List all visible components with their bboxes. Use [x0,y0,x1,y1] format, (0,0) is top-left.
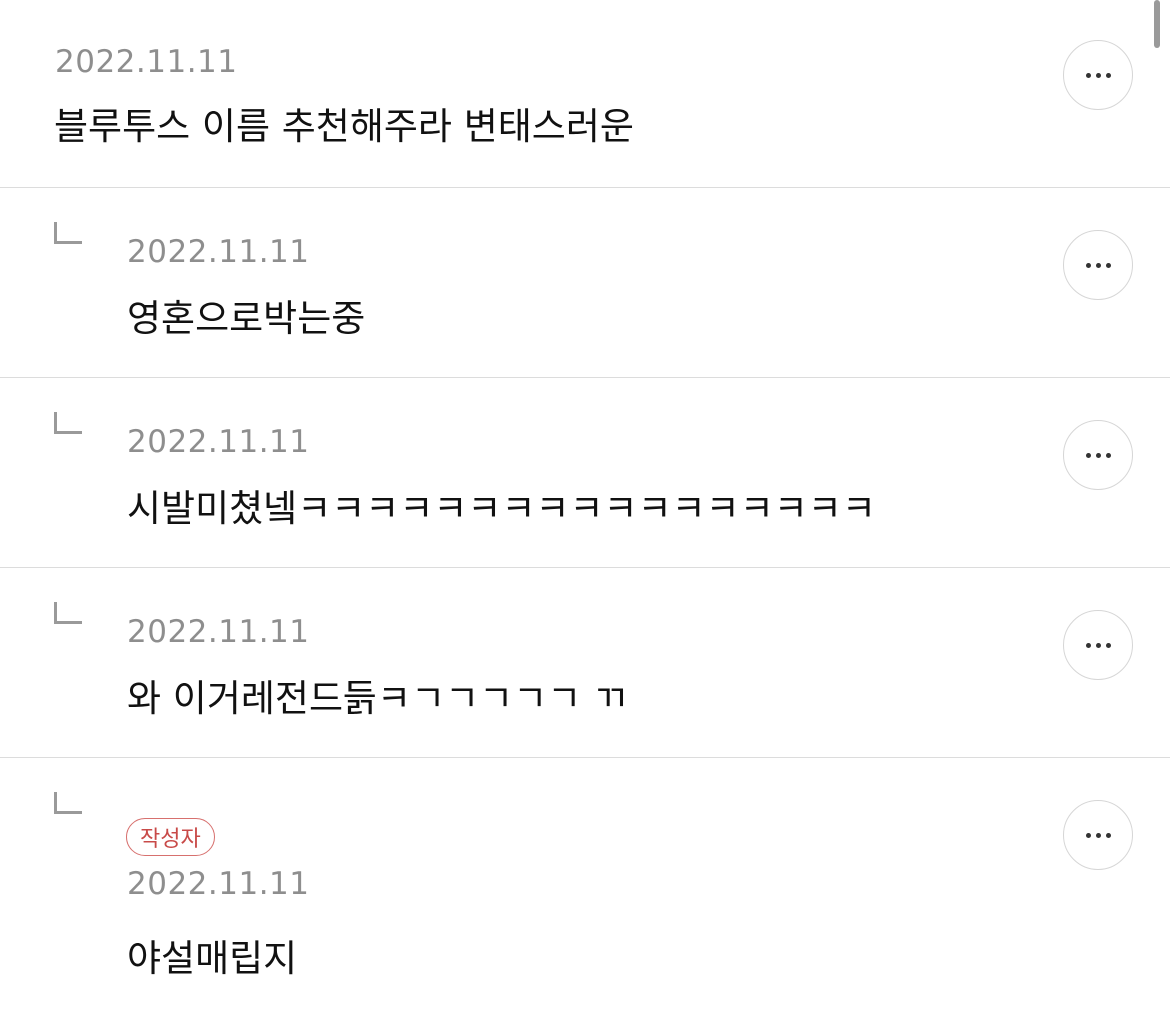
reply-arrow-icon [54,412,82,434]
comment-text: 블루투스 이름 추천해주라 변태스러운 [54,105,634,148]
more-horizontal-icon [1085,452,1091,458]
author-badge: 작성자 [126,818,215,856]
reply-item: 2022.11.11 와 이거레전드듥ㅋㄱㄱㄱㄱㄱ ㄲ [0,568,1170,758]
reply-item: 작성자 2022.11.11 야설매립지 [0,758,1170,1020]
reply-date: 2022.11.11 [127,614,310,650]
reply-text: 야설매립지 [127,937,298,980]
reply-arrow-icon [54,792,82,814]
reply-text: 와 이거레전드듥ㅋㄱㄱㄱㄱㄱ ㄲ [127,677,628,720]
reply-item: 2022.11.11 시발미쳤넼ㅋㅋㅋㅋㅋㅋㅋㅋㅋㅋㅋㅋㅋㅋㅋㅋㅋ [0,378,1170,568]
more-options-button[interactable] [1063,800,1133,870]
scrollbar[interactable] [1154,0,1160,48]
more-horizontal-icon [1085,642,1091,648]
reply-text: 영혼으로박는중 [127,297,366,340]
reply-date: 2022.11.11 [127,866,310,902]
more-horizontal-icon [1085,262,1091,268]
reply-item: 2022.11.11 영혼으로박는중 [0,188,1170,378]
reply-arrow-icon [54,602,82,624]
more-options-button[interactable] [1063,610,1133,680]
reply-arrow-icon [54,222,82,244]
comment-item: 2022.11.11 블루투스 이름 추천해주라 변태스러운 [0,0,1170,188]
reply-date: 2022.11.11 [127,234,310,270]
more-options-button[interactable] [1063,230,1133,300]
comment-list: 2022.11.11 블루투스 이름 추천해주라 변태스러운 2022.11.1… [0,0,1170,1020]
comment-date: 2022.11.11 [55,44,238,80]
reply-text: 시발미쳤넼ㅋㅋㅋㅋㅋㅋㅋㅋㅋㅋㅋㅋㅋㅋㅋㅋㅋ [127,487,876,530]
more-horizontal-icon [1085,72,1091,78]
reply-date: 2022.11.11 [127,424,310,460]
more-options-button[interactable] [1063,40,1133,110]
more-horizontal-icon [1085,832,1091,838]
more-options-button[interactable] [1063,420,1133,490]
